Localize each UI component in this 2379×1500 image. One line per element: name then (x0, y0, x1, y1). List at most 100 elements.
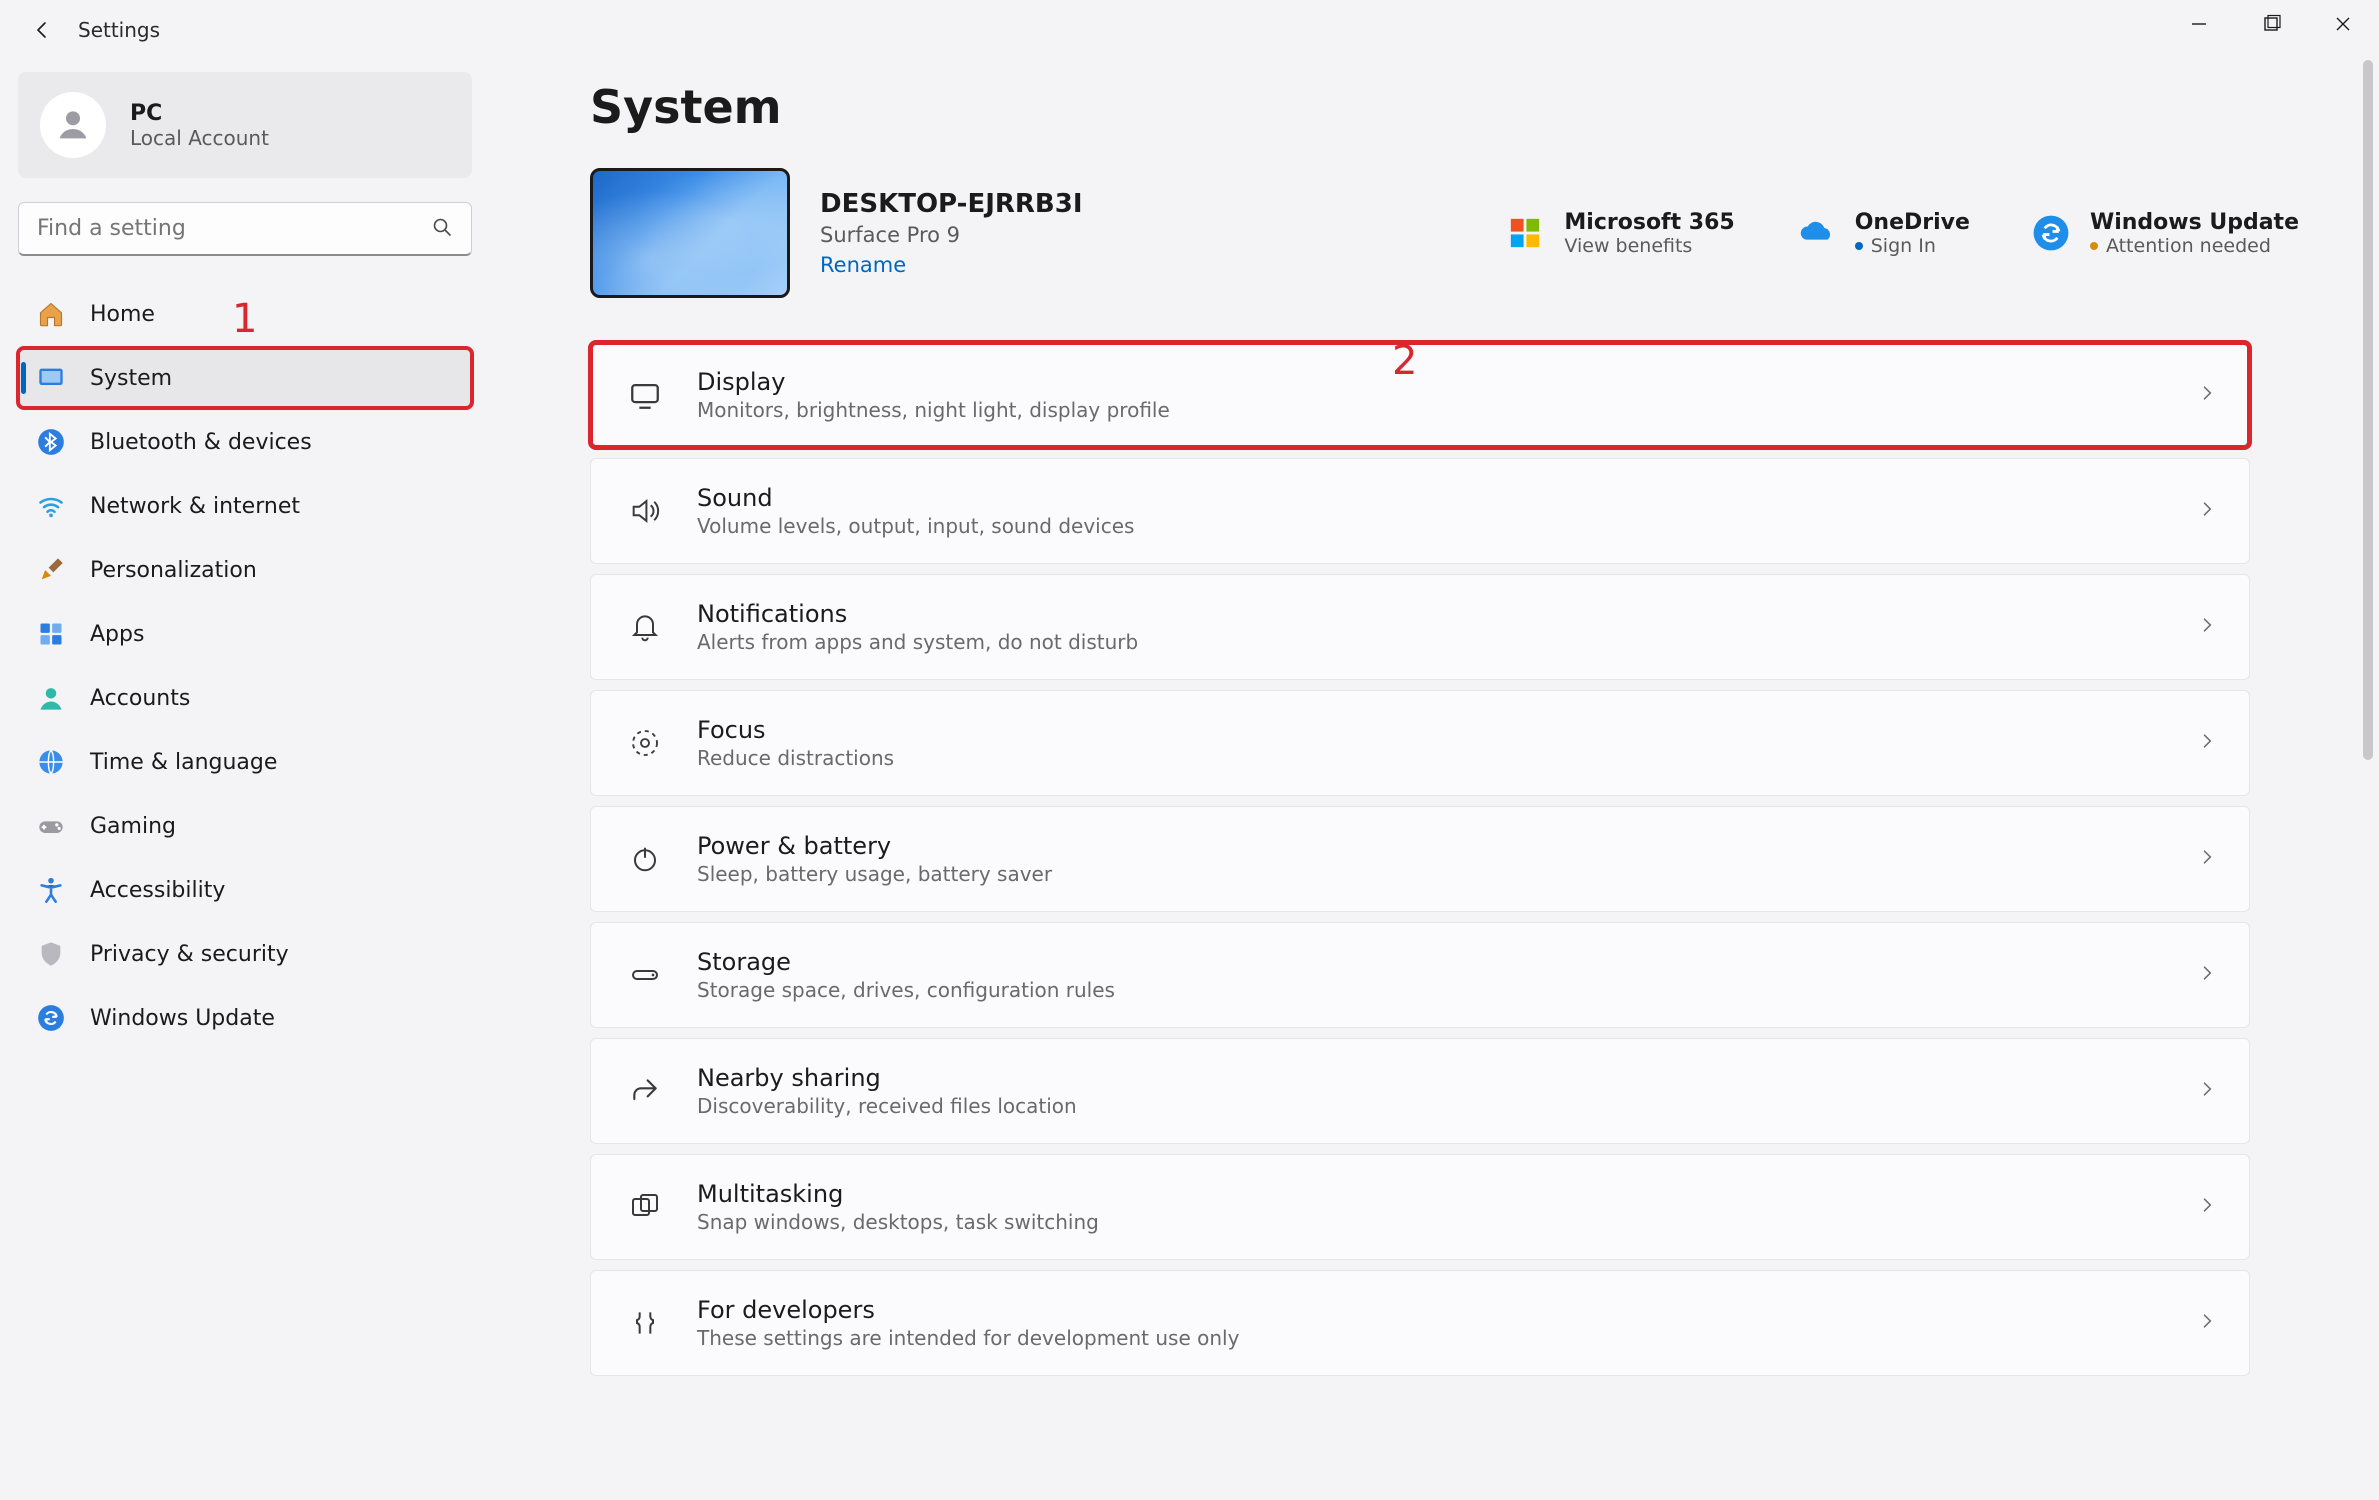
setting-row-display[interactable]: DisplayMonitors, brightness, night light… (590, 342, 2250, 448)
back-button[interactable] (24, 12, 60, 48)
sidebar-item-label: Accounts (90, 686, 190, 711)
multitasking-icon (623, 1191, 667, 1223)
setting-row-nearby-sharing[interactable]: Nearby sharingDiscoverability, received … (590, 1038, 2250, 1144)
setting-row-power[interactable]: Power & batterySleep, battery usage, bat… (590, 806, 2250, 912)
update-icon (2030, 212, 2072, 254)
cloud-item-windows-update[interactable]: Windows Update Attention needed (2030, 210, 2299, 257)
setting-row-sound[interactable]: SoundVolume levels, output, input, sound… (590, 458, 2250, 564)
title-bar: Settings (0, 0, 2379, 60)
storage-icon (623, 959, 667, 991)
sidebar-item-personalization[interactable]: Personalization (18, 540, 472, 600)
account-card[interactable]: PC Local Account (18, 72, 472, 178)
sidebar-item-system[interactable]: System (18, 348, 472, 408)
row-subtitle: Storage space, drives, configuration rul… (697, 978, 1115, 1002)
focus-icon (623, 727, 667, 759)
row-subtitle: These settings are intended for developm… (697, 1326, 1239, 1350)
globe-icon (36, 747, 66, 777)
account-subtitle: Local Account (130, 126, 269, 150)
minimize-button[interactable] (2163, 0, 2235, 48)
setting-row-focus[interactable]: FocusReduce distractions (590, 690, 2250, 796)
account-name: PC (130, 101, 269, 126)
wifi-icon (36, 491, 66, 521)
chevron-right-icon (2197, 383, 2217, 407)
cloud-subtitle: Sign In (1871, 235, 1936, 257)
chevron-right-icon (2197, 1195, 2217, 1219)
chevron-right-icon (2197, 847, 2217, 871)
row-subtitle: Reduce distractions (697, 746, 894, 770)
sidebar-item-label: Apps (90, 622, 144, 647)
display-icon (623, 378, 667, 412)
sidebar-item-label: Windows Update (90, 1006, 275, 1031)
cloud-subtitle: View benefits (1564, 235, 1734, 257)
maximize-button[interactable] (2235, 0, 2307, 48)
device-header-row: DESKTOP-EJRRB3I Surface Pro 9 Rename Mic… (590, 168, 2299, 298)
gamepad-icon (36, 811, 66, 841)
system-icon (36, 363, 66, 393)
chevron-right-icon (2197, 1311, 2217, 1335)
status-dot-icon (2090, 242, 2098, 250)
microsoft365-icon (1504, 212, 1546, 254)
search-input[interactable] (18, 202, 472, 256)
row-title: Focus (697, 716, 894, 744)
sidebar-item-accounts[interactable]: Accounts (18, 668, 472, 728)
status-dot-icon (1855, 242, 1863, 250)
rename-link[interactable]: Rename (820, 253, 906, 277)
window-title: Settings (78, 18, 160, 42)
shield-icon (36, 939, 66, 969)
device-name: DESKTOP-EJRRB3I (820, 189, 1083, 219)
settings-list: DisplayMonitors, brightness, night light… (590, 342, 2250, 1376)
sidebar-item-label: Privacy & security (90, 942, 289, 967)
cloud-title: Windows Update (2090, 210, 2299, 235)
setting-row-multitasking[interactable]: MultitaskingSnap windows, desktops, task… (590, 1154, 2250, 1260)
person-icon (36, 683, 66, 713)
row-subtitle: Discoverability, received files location (697, 1094, 1077, 1118)
chevron-right-icon (2197, 1079, 2217, 1103)
sidebar-item-bluetooth[interactable]: Bluetooth & devices (18, 412, 472, 472)
sidebar-item-network[interactable]: Network & internet (18, 476, 472, 536)
row-title: Sound (697, 484, 1134, 512)
sidebar-item-windows-update[interactable]: Windows Update (18, 988, 472, 1048)
apps-icon (36, 619, 66, 649)
onedrive-icon (1795, 212, 1837, 254)
cloud-title: OneDrive (1855, 210, 1970, 235)
device-thumbnail[interactable] (590, 168, 790, 298)
nav: Home System Bluetooth & devices Network … (18, 284, 472, 1048)
bluetooth-icon (36, 427, 66, 457)
sidebar-item-privacy[interactable]: Privacy & security (18, 924, 472, 984)
sidebar-item-accessibility[interactable]: Accessibility (18, 860, 472, 920)
search-icon (430, 215, 454, 243)
sidebar-item-label: Time & language (90, 750, 277, 775)
search-wrap (18, 202, 472, 256)
sidebar-item-label: Personalization (90, 558, 257, 583)
avatar (40, 92, 106, 158)
setting-row-storage[interactable]: StorageStorage space, drives, configurat… (590, 922, 2250, 1028)
sidebar-item-label: Home (90, 302, 155, 327)
sidebar: PC Local Account Home System Bluetooth &… (0, 60, 490, 1500)
row-title: Storage (697, 948, 1115, 976)
scrollbar-thumb[interactable] (2363, 60, 2373, 760)
row-subtitle: Alerts from apps and system, do not dist… (697, 630, 1138, 654)
device-model: Surface Pro 9 (820, 223, 1083, 247)
cloud-item-onedrive[interactable]: OneDrive Sign In (1795, 210, 1970, 257)
sidebar-item-gaming[interactable]: Gaming (18, 796, 472, 856)
window-controls (2163, 0, 2379, 48)
scrollbar[interactable] (2361, 60, 2375, 1500)
row-title: Display (697, 368, 1170, 396)
brush-icon (36, 555, 66, 585)
row-title: Nearby sharing (697, 1064, 1077, 1092)
row-title: Notifications (697, 600, 1138, 628)
row-title: Power & battery (697, 832, 1052, 860)
sidebar-item-apps[interactable]: Apps (18, 604, 472, 664)
close-button[interactable] (2307, 0, 2379, 48)
annotation-2: 2 (1392, 338, 1417, 384)
sidebar-item-time-language[interactable]: Time & language (18, 732, 472, 792)
sidebar-item-label: System (90, 366, 172, 391)
setting-row-notifications[interactable]: NotificationsAlerts from apps and system… (590, 574, 2250, 680)
sidebar-item-label: Network & internet (90, 494, 300, 519)
share-icon (623, 1075, 667, 1107)
update-icon (36, 1003, 66, 1033)
sidebar-item-label: Accessibility (90, 878, 225, 903)
setting-row-for-developers[interactable]: For developersThese settings are intende… (590, 1270, 2250, 1376)
cloud-item-microsoft365[interactable]: Microsoft 365 View benefits (1504, 210, 1734, 257)
sidebar-item-label: Bluetooth & devices (90, 430, 312, 455)
